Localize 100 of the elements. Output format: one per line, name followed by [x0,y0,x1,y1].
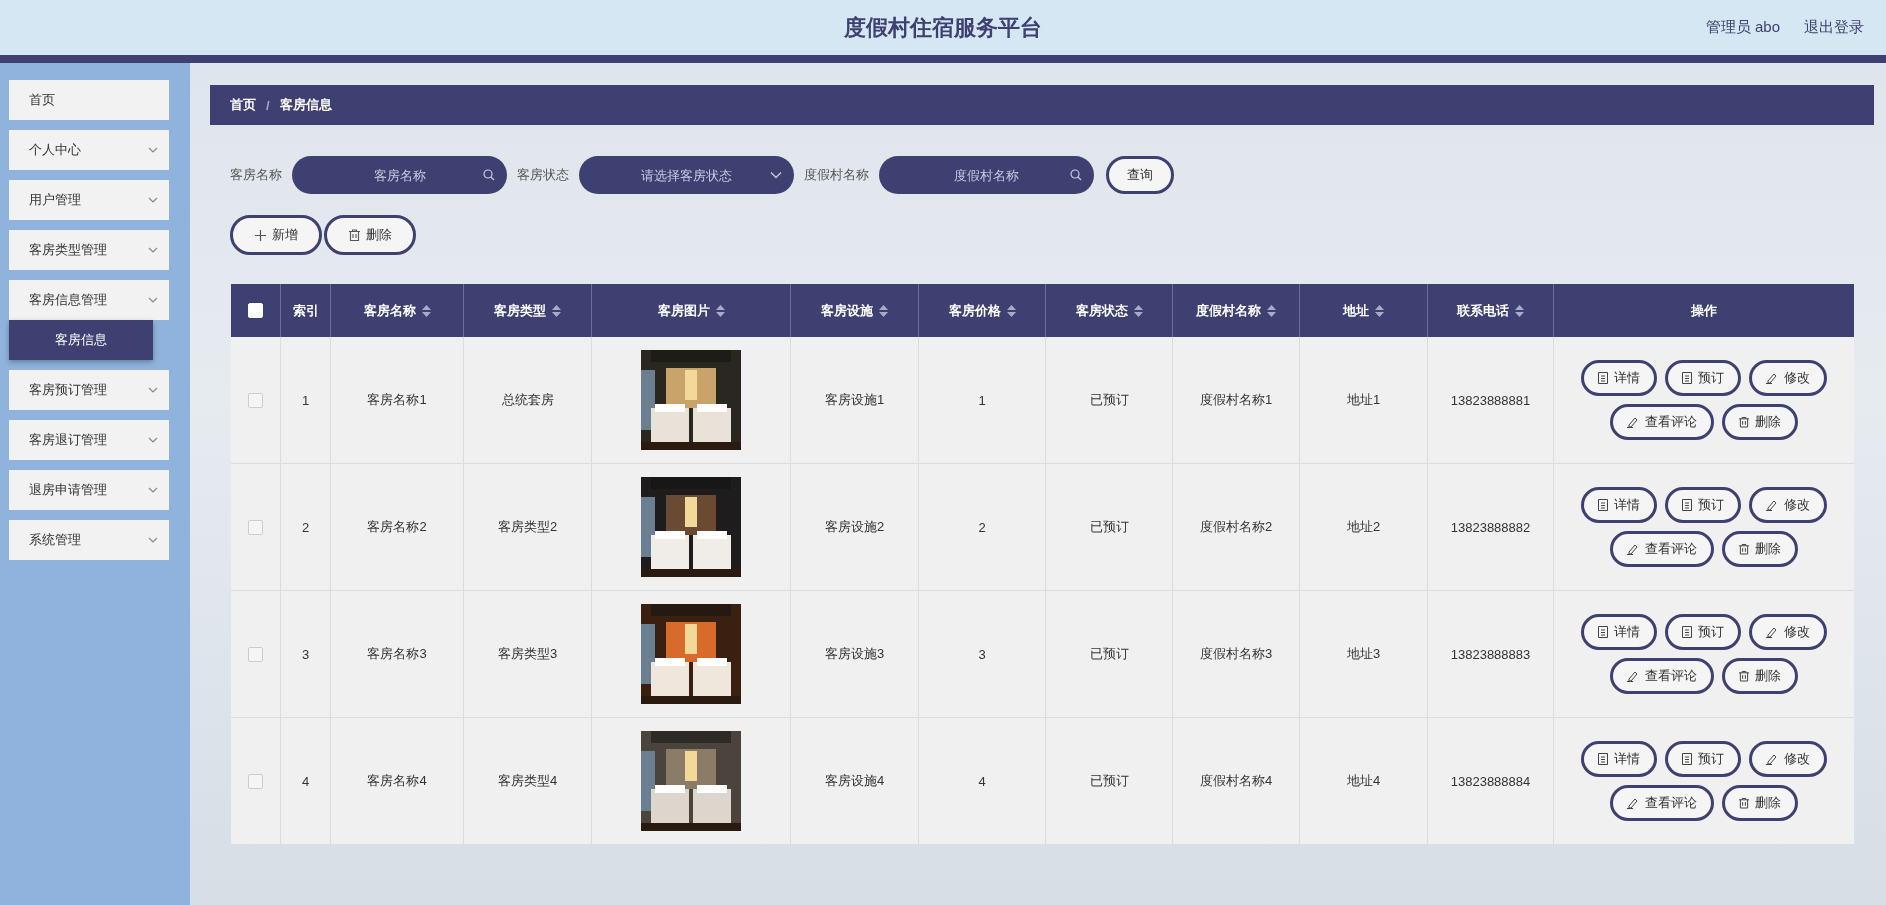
row-checkbox[interactable] [248,392,263,408]
column-header[interactable]: 度假村名称 [1196,301,1261,320]
query-button[interactable]: 查询 [1106,156,1174,194]
action-button[interactable]: 查看评论 [1610,404,1714,440]
pencil-icon [1766,499,1778,511]
action-button[interactable]: 删除 [1722,531,1798,567]
action-button[interactable]: 删除 [1722,658,1798,694]
pencil-icon [1627,543,1639,555]
row-checkbox[interactable] [248,519,263,535]
column-header[interactable]: 客房名称 [363,301,416,320]
table-cell: 客房名称2 [367,518,427,536]
menu-item[interactable]: 系统管理 [9,520,169,560]
user-name: 管理员 abo [1705,18,1780,37]
table-cell: 已预订 [1089,518,1129,536]
sort-icon[interactable] [1515,304,1524,317]
column-header[interactable]: 联系电话 [1457,301,1509,320]
breadcrumb-link[interactable]: 首页 [230,96,256,114]
action-button[interactable]: 预订 [1665,741,1741,777]
table-cell: 13823888884 [1450,773,1531,789]
row-checkbox[interactable] [248,646,263,662]
table-cell: 客房名称4 [367,772,427,790]
table-cell: 2 [301,519,310,535]
menu-item[interactable]: 退房申请管理 [9,470,169,510]
action-button[interactable]: 查看评论 [1610,785,1714,821]
document-icon [1598,372,1608,384]
column-header[interactable]: 客房状态 [1075,301,1128,320]
select-all-checkbox[interactable] [248,303,263,318]
table-cell: 度假村名称2 [1199,518,1273,536]
action-button[interactable]: 详情 [1581,741,1657,777]
action-button[interactable]: 预订 [1665,614,1741,650]
column-header[interactable]: 操作 [1691,301,1717,320]
table-cell: 已预订 [1089,645,1129,663]
trash-icon [1739,670,1749,682]
menu-item[interactable]: 首页 [9,80,169,120]
pencil-icon [1627,797,1639,809]
sort-icon[interactable] [879,304,888,317]
table-cell: 4 [301,773,310,789]
table-cell: 客房设施3 [824,645,885,663]
breadcrumb-separator: / [266,97,270,113]
table-cell: 客房设施4 [824,772,885,790]
action-button[interactable]: 查看评论 [1610,531,1714,567]
pencil-icon [1766,372,1778,384]
search-field[interactable]: 客房名称 [292,156,507,194]
table-cell: 客房类型2 [497,518,558,536]
menu-item[interactable]: 用户管理 [9,180,169,220]
sort-icon[interactable] [1006,304,1016,317]
plus-icon [254,229,266,241]
column-header[interactable]: 索引 [292,301,319,320]
sort-icon[interactable] [421,304,431,317]
table-cell: 客房类型4 [497,772,558,790]
column-header[interactable]: 客房类型 [494,301,546,320]
action-button[interactable]: 修改 [1749,614,1827,650]
table-cell: 1 [301,392,310,408]
menu-item[interactable]: 个人中心 [9,130,169,170]
search-field[interactable]: 度假村名称 [879,156,1094,194]
table-cell: 度假村名称4 [1199,772,1273,790]
document-icon [1598,499,1608,511]
action-button[interactable]: 详情 [1581,487,1657,523]
action-button[interactable]: 预订 [1665,360,1741,396]
menu-item[interactable]: 客房预订管理 [9,370,169,410]
menu-item[interactable]: 客房退订管理 [9,420,169,460]
action-button[interactable]: 修改 [1749,360,1827,396]
select-field[interactable]: 请选择客房状态 [579,156,794,194]
document-icon [1682,499,1692,511]
action-button[interactable]: 修改 [1749,487,1827,523]
delete-button[interactable]: 删除 [324,215,416,255]
column-header[interactable]: 客房价格 [948,301,1001,320]
sort-icon[interactable] [552,304,561,317]
menu-item[interactable]: 客房类型管理 [9,230,169,270]
sort-icon[interactable] [715,304,725,317]
table-cell: 客房名称3 [367,645,427,663]
table-cell: 2 [978,519,986,535]
column-header[interactable]: 地址 [1343,301,1369,320]
breadcrumb-link[interactable]: 客房信息 [279,96,332,114]
trash-icon [1739,797,1749,809]
action-button[interactable]: 修改 [1749,741,1827,777]
sort-icon[interactable] [1267,304,1276,317]
pencil-icon [1766,626,1778,638]
menu-item[interactable]: 客房信息管理 [9,280,169,320]
action-button[interactable]: 预订 [1665,487,1741,523]
logout-link[interactable]: 退出登录 [1804,18,1864,37]
sort-icon[interactable] [1133,304,1143,317]
column-header[interactable]: 客房设施 [821,301,873,320]
action-button[interactable]: 删除 [1722,404,1798,440]
action-button[interactable]: 详情 [1581,614,1657,650]
document-icon [1598,626,1608,638]
sort-icon[interactable] [1375,304,1384,317]
add-button[interactable]: 新增 [230,215,322,255]
column-header[interactable]: 客房图片 [657,301,710,320]
table-cell: 地址4 [1346,772,1381,790]
trash-icon [1739,416,1749,428]
table-cell: 度假村名称3 [1199,645,1273,663]
action-button[interactable]: 查看评论 [1610,658,1714,694]
table-cell: 客房设施2 [824,518,885,536]
action-button[interactable]: 删除 [1722,785,1798,821]
submenu-item[interactable]: 客房信息 [9,320,153,360]
row-checkbox[interactable] [248,773,263,789]
action-button[interactable]: 详情 [1581,360,1657,396]
pencil-icon [1627,416,1639,428]
chevron-icon [770,171,782,179]
